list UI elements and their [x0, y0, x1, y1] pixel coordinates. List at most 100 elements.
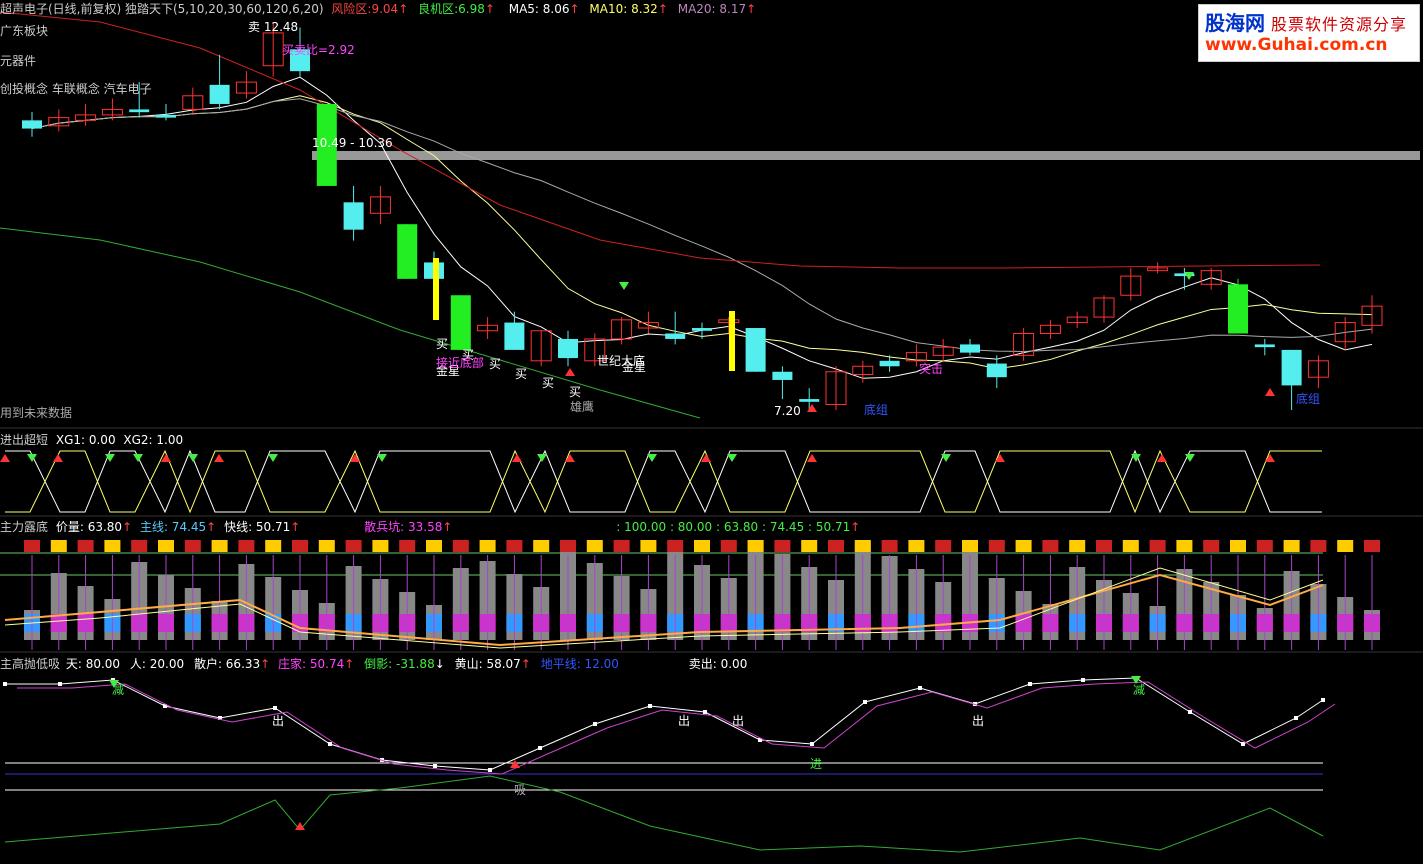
p3-top-bar	[533, 540, 550, 552]
down-arrow-icon	[727, 454, 737, 462]
p3-top-bar	[104, 540, 121, 552]
down-arrow-icon	[268, 454, 278, 462]
absorb-signal: 吸	[514, 783, 527, 797]
eagle-label: 雄鹰	[570, 400, 595, 414]
p4-retail-point	[1188, 710, 1192, 714]
opp-value: 6.98	[458, 2, 485, 16]
chart-stage: 超声电子(日线,前复权) 独踏天下(5,10,20,30,60,120,6,20…	[0, 0, 1423, 864]
panel3-title: 主力露底	[0, 520, 49, 534]
p3-top-bar	[24, 540, 40, 552]
panel4-sky: 天: 80.00	[65, 657, 121, 671]
out-signal-1: 出	[272, 714, 285, 728]
out-signal-2: 出	[678, 714, 691, 728]
down-arrow-icon	[377, 454, 387, 462]
up-arrow-icon	[0, 454, 10, 462]
sector-label: 广东板块	[0, 24, 49, 38]
candle-body	[156, 114, 176, 118]
panel2-header: 进出超短 XG1: 0.00 XG2: 1.00	[0, 431, 183, 448]
down-arrow-icon	[133, 454, 143, 462]
p4-retail-point	[1321, 698, 1325, 702]
candle-body	[1281, 349, 1302, 386]
down-arrow-icon	[537, 454, 547, 462]
sell-price-label: 卖 12.48	[248, 20, 299, 34]
up-arrow-icon	[1265, 454, 1275, 462]
p3-top-bar	[211, 540, 228, 552]
p3-top-bar	[506, 540, 523, 552]
p3-top-bar	[1122, 540, 1139, 552]
p3-top-bar	[801, 540, 818, 552]
p3-top-bar	[184, 540, 201, 552]
p3-top-bar	[1015, 540, 1032, 552]
p3-top-bar	[318, 540, 335, 552]
p3-top-bar	[828, 540, 844, 552]
buy-signal-4: 买	[515, 367, 528, 381]
panel2-xg2: XG2: 1.00	[123, 433, 184, 447]
candle-body	[343, 202, 364, 230]
panel3-main-line: 主线: 74.45	[139, 520, 207, 534]
candle-body	[879, 360, 900, 367]
p4-retail-point	[918, 686, 922, 690]
up-arrow-icon	[807, 404, 817, 412]
logo-line1a: 股海网	[1205, 11, 1265, 35]
p4-retail-point	[1081, 678, 1085, 682]
p3-top-bar	[720, 540, 737, 552]
p4-retail-point	[3, 682, 7, 686]
up-arrow-icon	[53, 454, 63, 462]
ma10-label: MA10: 8.32	[589, 2, 658, 16]
buy-signal-5: 买	[542, 376, 555, 390]
candle-body	[558, 338, 578, 359]
down-arrow-icon	[647, 454, 657, 462]
panel4-header: 主高抛低吸 天: 80.00 人: 20.00 散户: 66.33↑ 庄家: 5…	[0, 657, 748, 671]
guhai-logo: 股海网 股票软件资源分享 www.Guhai.com.cn	[1198, 4, 1420, 62]
p3-top-bar	[908, 540, 925, 552]
ma20-line	[31, 98, 1373, 353]
candle-body	[960, 344, 980, 353]
p3-top-bar	[774, 540, 791, 552]
p3-top-bar	[77, 540, 94, 552]
out-signal-4: 出	[972, 714, 985, 728]
panel4-man: 人: 20.00	[129, 657, 185, 671]
in-signal: 进	[810, 757, 823, 771]
down-arrow-icon	[188, 454, 198, 462]
p3-top-bar	[1364, 540, 1380, 552]
p3-top-bar	[935, 540, 952, 552]
opp-label: 良机区:	[418, 2, 459, 16]
p4-retail-point	[538, 746, 542, 750]
panel4-title: 主高抛低吸	[0, 657, 61, 671]
p4-retail-point	[58, 682, 62, 686]
grey-resistance-band	[312, 151, 1420, 160]
candle-body	[1228, 284, 1248, 334]
candle-body	[745, 328, 766, 372]
down-arrow-icon	[27, 454, 37, 462]
panel4-sell: 卖出: 0.00	[688, 657, 748, 671]
buy-signal-3: 买	[489, 357, 502, 371]
p3-top-bar	[426, 540, 442, 552]
p3-top-bar	[50, 540, 67, 552]
candle-body	[209, 84, 230, 104]
signal-stripe	[433, 258, 439, 320]
p3-top-bar	[372, 540, 389, 552]
p3-top-bar	[1096, 540, 1112, 552]
near-bottom-label: 接近底部	[436, 356, 485, 370]
jinxing-label-2: 金星	[622, 360, 647, 374]
panel4-dealer: 庄家: 50.74	[278, 657, 345, 671]
risk-value: 9.04	[371, 2, 399, 16]
logo-line2: www.Guhai.com.cn	[1205, 35, 1388, 55]
candle-body	[692, 328, 712, 331]
p3-top-bar	[1337, 540, 1354, 552]
p3-top-bar	[345, 540, 362, 552]
candle-body	[397, 224, 418, 279]
p3-top-bar	[1176, 540, 1193, 552]
p4-retail-line	[5, 677, 1324, 771]
concept-label: 创投概念 车联概念 汽车电子	[0, 82, 152, 96]
candle-body	[504, 322, 525, 350]
candle-body	[799, 399, 820, 402]
chart-header: 超声电子(日线,前复权) 独踏天下(5,10,20,30,60,120,6,20…	[0, 2, 757, 16]
down-arrow-icon	[619, 282, 629, 290]
p4-retail-point	[1028, 682, 1032, 686]
panel2-xg1: XG1: 0.00	[55, 433, 116, 447]
p4-retail-point	[433, 764, 437, 768]
bottom-label-b: 底组	[1296, 392, 1321, 406]
p3-top-bar	[399, 540, 416, 552]
ma60-line	[0, 11, 1321, 269]
